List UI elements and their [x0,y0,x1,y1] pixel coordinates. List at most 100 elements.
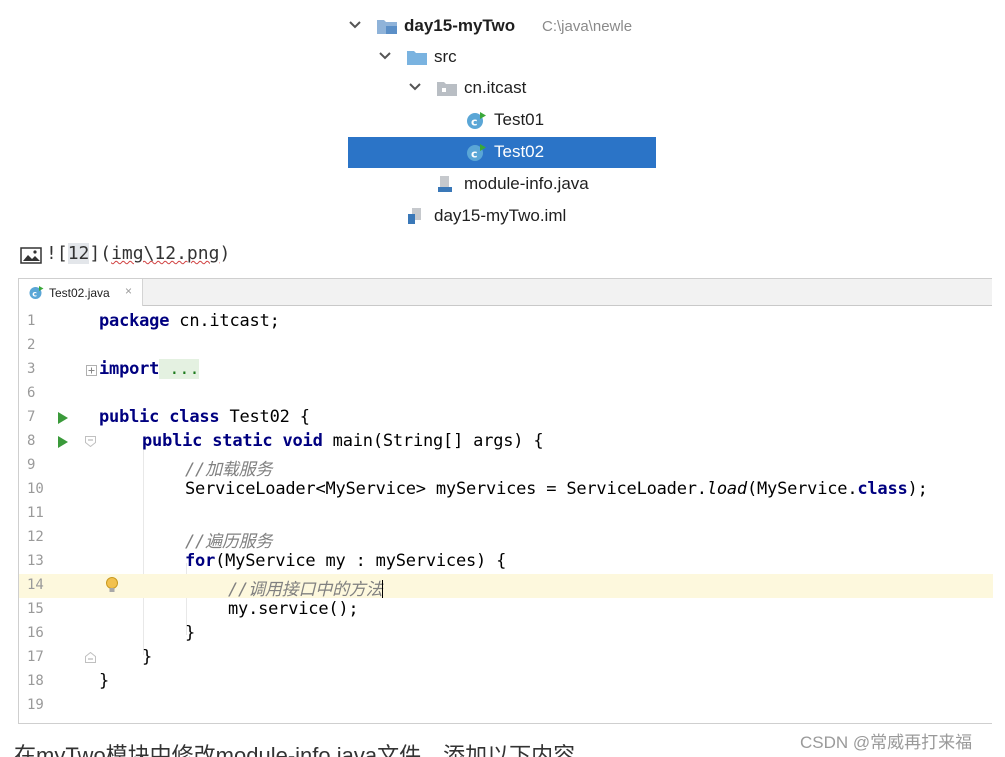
tree-item-iml[interactable]: day15-myTwo.iml [348,201,656,232]
line-number: 9 [27,457,36,473]
line-number: 8 [27,433,36,449]
code-text: //调用接口中的方法 [228,575,384,600]
code-line: 11 [19,502,993,526]
code-line: 8 public static void main(String[] args)… [19,430,993,454]
tree-item-module-info[interactable]: module-info.java [348,169,656,200]
tree-item-label: day15-myTwo.iml [434,206,567,225]
tree-item-module[interactable]: day15-myTwo C:\java\newle [348,11,656,42]
fold-expand-icon[interactable] [86,365,97,376]
code-token: ServiceLoader<MyService> myServices = Se… [185,479,707,499]
keyword: class [857,479,908,499]
image-icon [20,247,42,264]
tree-item-label: Test02 [494,142,545,161]
code-token: Test02 { [219,407,310,427]
tree-item-label: cn.itcast [464,78,527,97]
fold-end-icon[interactable] [85,652,96,663]
watermark: CSDN @常威再打来福 [800,733,973,752]
svg-text:c: c [471,148,478,161]
code-line-current: 14 //调用接口中的方法 [19,574,993,600]
code-line: 18 } [19,670,993,694]
code-token: (MyService. [746,479,858,499]
tree-item-test01[interactable]: c Test01 [348,105,656,136]
markdown-alt: 12 [67,243,90,264]
svg-text:c: c [32,289,37,298]
line-number: 11 [27,505,44,521]
code-line: 1 package cn.itcast; [19,310,993,334]
code-line: 17 } [19,646,993,670]
line-number: 6 [27,385,36,401]
lightbulb-icon[interactable] [105,576,119,594]
run-icon[interactable] [57,411,69,425]
line-number: 3 [27,361,36,377]
module-path: C:\java\newle [542,18,633,35]
tree-item-label: Test01 [494,110,545,129]
code-token: (MyService my : myServices) { [215,551,507,571]
line-number: 19 [27,697,44,713]
java-class-icon: c [467,112,486,129]
code-line: 12 //遍历服务 [19,526,993,552]
code-token: ); [907,479,928,499]
project-tree: day15-myTwo C:\java\newle src cn.itcast … [348,11,656,235]
folded-imports[interactable]: ... [159,359,200,379]
code-text: package cn.itcast; [99,311,280,331]
code-text: my.service(); [228,599,359,619]
text-caret [382,580,384,598]
tree-item-test02[interactable]: c Test02 [348,137,656,168]
code-line: 15 my.service(); [19,598,993,622]
code-line: 6 [19,382,993,406]
code-line: 2 [19,334,993,358]
close-icon[interactable]: × [125,284,132,298]
line-number: 10 [27,481,44,497]
code-line: 13 for(MyService my : myServices) { [19,550,993,574]
code-token: cn.itcast; [169,311,280,331]
code-text: } [142,647,153,667]
code-text: } [99,671,110,691]
keyword: import [99,359,160,379]
keyword: public class [99,407,220,427]
line-number: 14 [27,577,44,593]
markdown-suffix: ) [219,243,231,264]
line-number: 12 [27,529,44,545]
tree-item-package[interactable]: cn.itcast [348,73,656,104]
code-line: 16 } [19,622,993,646]
java-class-icon: c [29,286,44,299]
code-line: 19 [19,694,993,718]
tree-item-src[interactable]: src [348,42,656,73]
tab-test02-java[interactable]: c Test02.java × [19,279,143,306]
tree-item-label: src [434,47,457,66]
comment: //调用接口中的方法 [228,580,383,600]
svg-text:c: c [471,116,478,129]
fold-collapse-icon[interactable] [85,436,96,447]
package-icon [437,82,457,96]
article-paragraph: 在myTwo模块中修改module-info.java文件，添加以下内容 [14,743,576,757]
code-line: 3 import ... [19,358,993,382]
markdown-image-line: ![12](img\12.png) [20,241,320,271]
source-folder-icon [407,51,427,65]
code-text: public class Test02 { [99,407,310,427]
code-text: public static void main(String[] args) { [142,431,544,451]
line-number: 1 [27,313,36,329]
chevron-down-icon[interactable] [408,80,422,94]
keyword: package [99,311,170,331]
comment: //加载服务 [185,460,273,480]
line-number: 13 [27,553,44,569]
markdown-prefix: ![ [46,243,68,264]
run-icon[interactable] [57,435,69,449]
java-class-icon: c [467,144,486,161]
code-text: } [185,623,196,643]
line-number: 16 [27,625,44,641]
tab-label: Test02.java [49,286,110,300]
code-text: for(MyService my : myServices) { [185,551,506,571]
module-folder-icon [377,20,397,34]
markdown-mid: ]( [89,243,112,264]
keyword: for [185,551,216,571]
code-editor[interactable]: c Test02.java × 1 package cn.itcast; 2 3… [18,278,993,724]
line-number: 18 [27,673,44,689]
code-text: import ... [99,359,200,379]
line-number: 2 [27,337,36,353]
chevron-down-icon[interactable] [348,18,362,32]
line-number: 15 [27,601,44,617]
line-number: 7 [27,409,36,425]
chevron-down-icon[interactable] [378,49,392,63]
comment: //遍历服务 [185,532,273,552]
